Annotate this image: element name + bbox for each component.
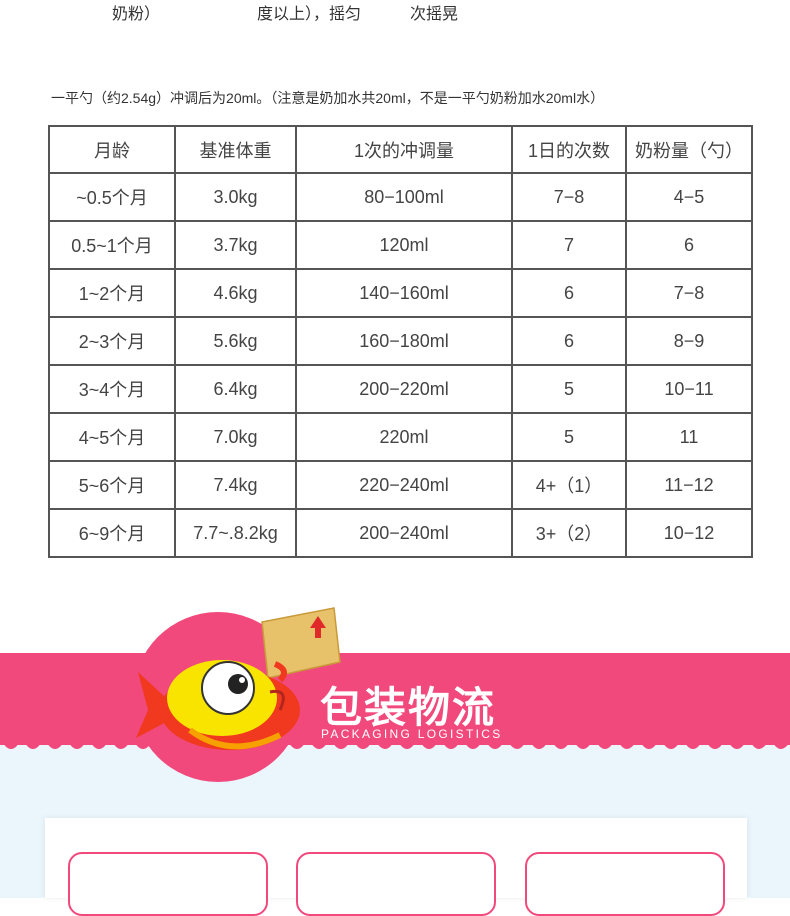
cell: 7−8 (625, 268, 753, 318)
cell: 220−240ml (295, 460, 513, 510)
cell: 7−8 (511, 172, 627, 222)
table-row: 4~5个月 7.0kg 220ml 5 11 (48, 412, 753, 462)
cell: 2~3个月 (48, 316, 176, 366)
cell: 0.5~1个月 (48, 220, 176, 270)
previous-section-fragment: 奶粉） 度以上），摇匀 次摇晃 (0, 0, 790, 24)
cell: 5~6个月 (48, 460, 176, 510)
cell: 5.6kg (174, 316, 297, 366)
header-scoops: 奶粉量（勺） (625, 125, 753, 174)
cell: 6 (511, 268, 627, 318)
cell: 200−240ml (295, 508, 513, 558)
packaging-card-1 (68, 852, 268, 916)
cell: 6 (511, 316, 627, 366)
feeding-table: 月龄 基准体重 1次的冲调量 1日的次数 奶粉量（勺） ~0.5个月 3.0kg… (48, 125, 753, 558)
cell: 5 (511, 364, 627, 414)
cell: 8−9 (625, 316, 753, 366)
table-row: ~0.5个月 3.0kg 80−100ml 7−8 4−5 (48, 172, 753, 222)
scoop-note: 一平勺（约2.54g）冲调后为20ml。（注意是奶加水共20ml，不是一平勺奶粉… (51, 90, 605, 106)
cell: 3~4个月 (48, 364, 176, 414)
table-row: 6~9个月 7.7~.8.2kg 200−240ml 3+（2） 10−12 (48, 508, 753, 558)
table-row: 3~4个月 6.4kg 200−220ml 5 10−11 (48, 364, 753, 414)
table-header-row: 月龄 基准体重 1次的冲调量 1日的次数 奶粉量（勺） (48, 125, 753, 174)
scallop-edge (0, 738, 790, 749)
fragment-text-2: 度以上），摇匀 (257, 6, 362, 23)
packaging-card-2 (296, 852, 496, 916)
cell: 4+（1） (511, 460, 627, 510)
cell: 4.6kg (174, 268, 297, 318)
table-row: 1~2个月 4.6kg 140−160ml 6 7−8 (48, 268, 753, 318)
cell: 120ml (295, 220, 513, 270)
cell: 4~5个月 (48, 412, 176, 462)
cell: 6~9个月 (48, 508, 176, 558)
cell: 7 (511, 220, 627, 270)
header-weight: 基准体重 (174, 125, 297, 174)
table-row: 5~6个月 7.4kg 220−240ml 4+（1） 11−12 (48, 460, 753, 510)
cell: 10−12 (625, 508, 753, 558)
cell: 160−180ml (295, 316, 513, 366)
packaging-card-3 (525, 852, 725, 916)
cell: 7.0kg (174, 412, 297, 462)
banner-subtitle: PACKAGING LOGISTICS (321, 727, 503, 741)
cell: ~0.5个月 (48, 172, 176, 222)
cell: 10−11 (625, 364, 753, 414)
cell: 6.4kg (174, 364, 297, 414)
banner-title: 包装物流 (320, 684, 497, 731)
header-times: 1日的次数 (511, 125, 627, 174)
header-age: 月龄 (48, 125, 176, 174)
cell: 4−5 (625, 172, 753, 222)
cardboard-box-icon (261, 607, 341, 679)
cell: 80−100ml (295, 172, 513, 222)
table-row: 2~3个月 5.6kg 160−180ml 6 8−9 (48, 316, 753, 366)
cell: 3.7kg (174, 220, 297, 270)
cell: 3.0kg (174, 172, 297, 222)
cell: 3+（2） (511, 508, 627, 558)
fragment-text-1: 奶粉） (112, 6, 161, 23)
fish-mascot-icon (136, 607, 341, 750)
cell: 200−220ml (295, 364, 513, 414)
cell: 7.7~.8.2kg (174, 508, 297, 558)
cell: 6 (625, 220, 753, 270)
cell: 1~2个月 (48, 268, 176, 318)
fragment-text-3: 次摇晃 (410, 6, 459, 23)
cell: 11 (625, 412, 753, 462)
cell: 7.4kg (174, 460, 297, 510)
table-row: 0.5~1个月 3.7kg 120ml 7 6 (48, 220, 753, 270)
cell: 140−160ml (295, 268, 513, 318)
cell: 5 (511, 412, 627, 462)
cell: 220ml (295, 412, 513, 462)
header-amount: 1次的冲调量 (295, 125, 513, 174)
cell: 11−12 (625, 460, 753, 510)
